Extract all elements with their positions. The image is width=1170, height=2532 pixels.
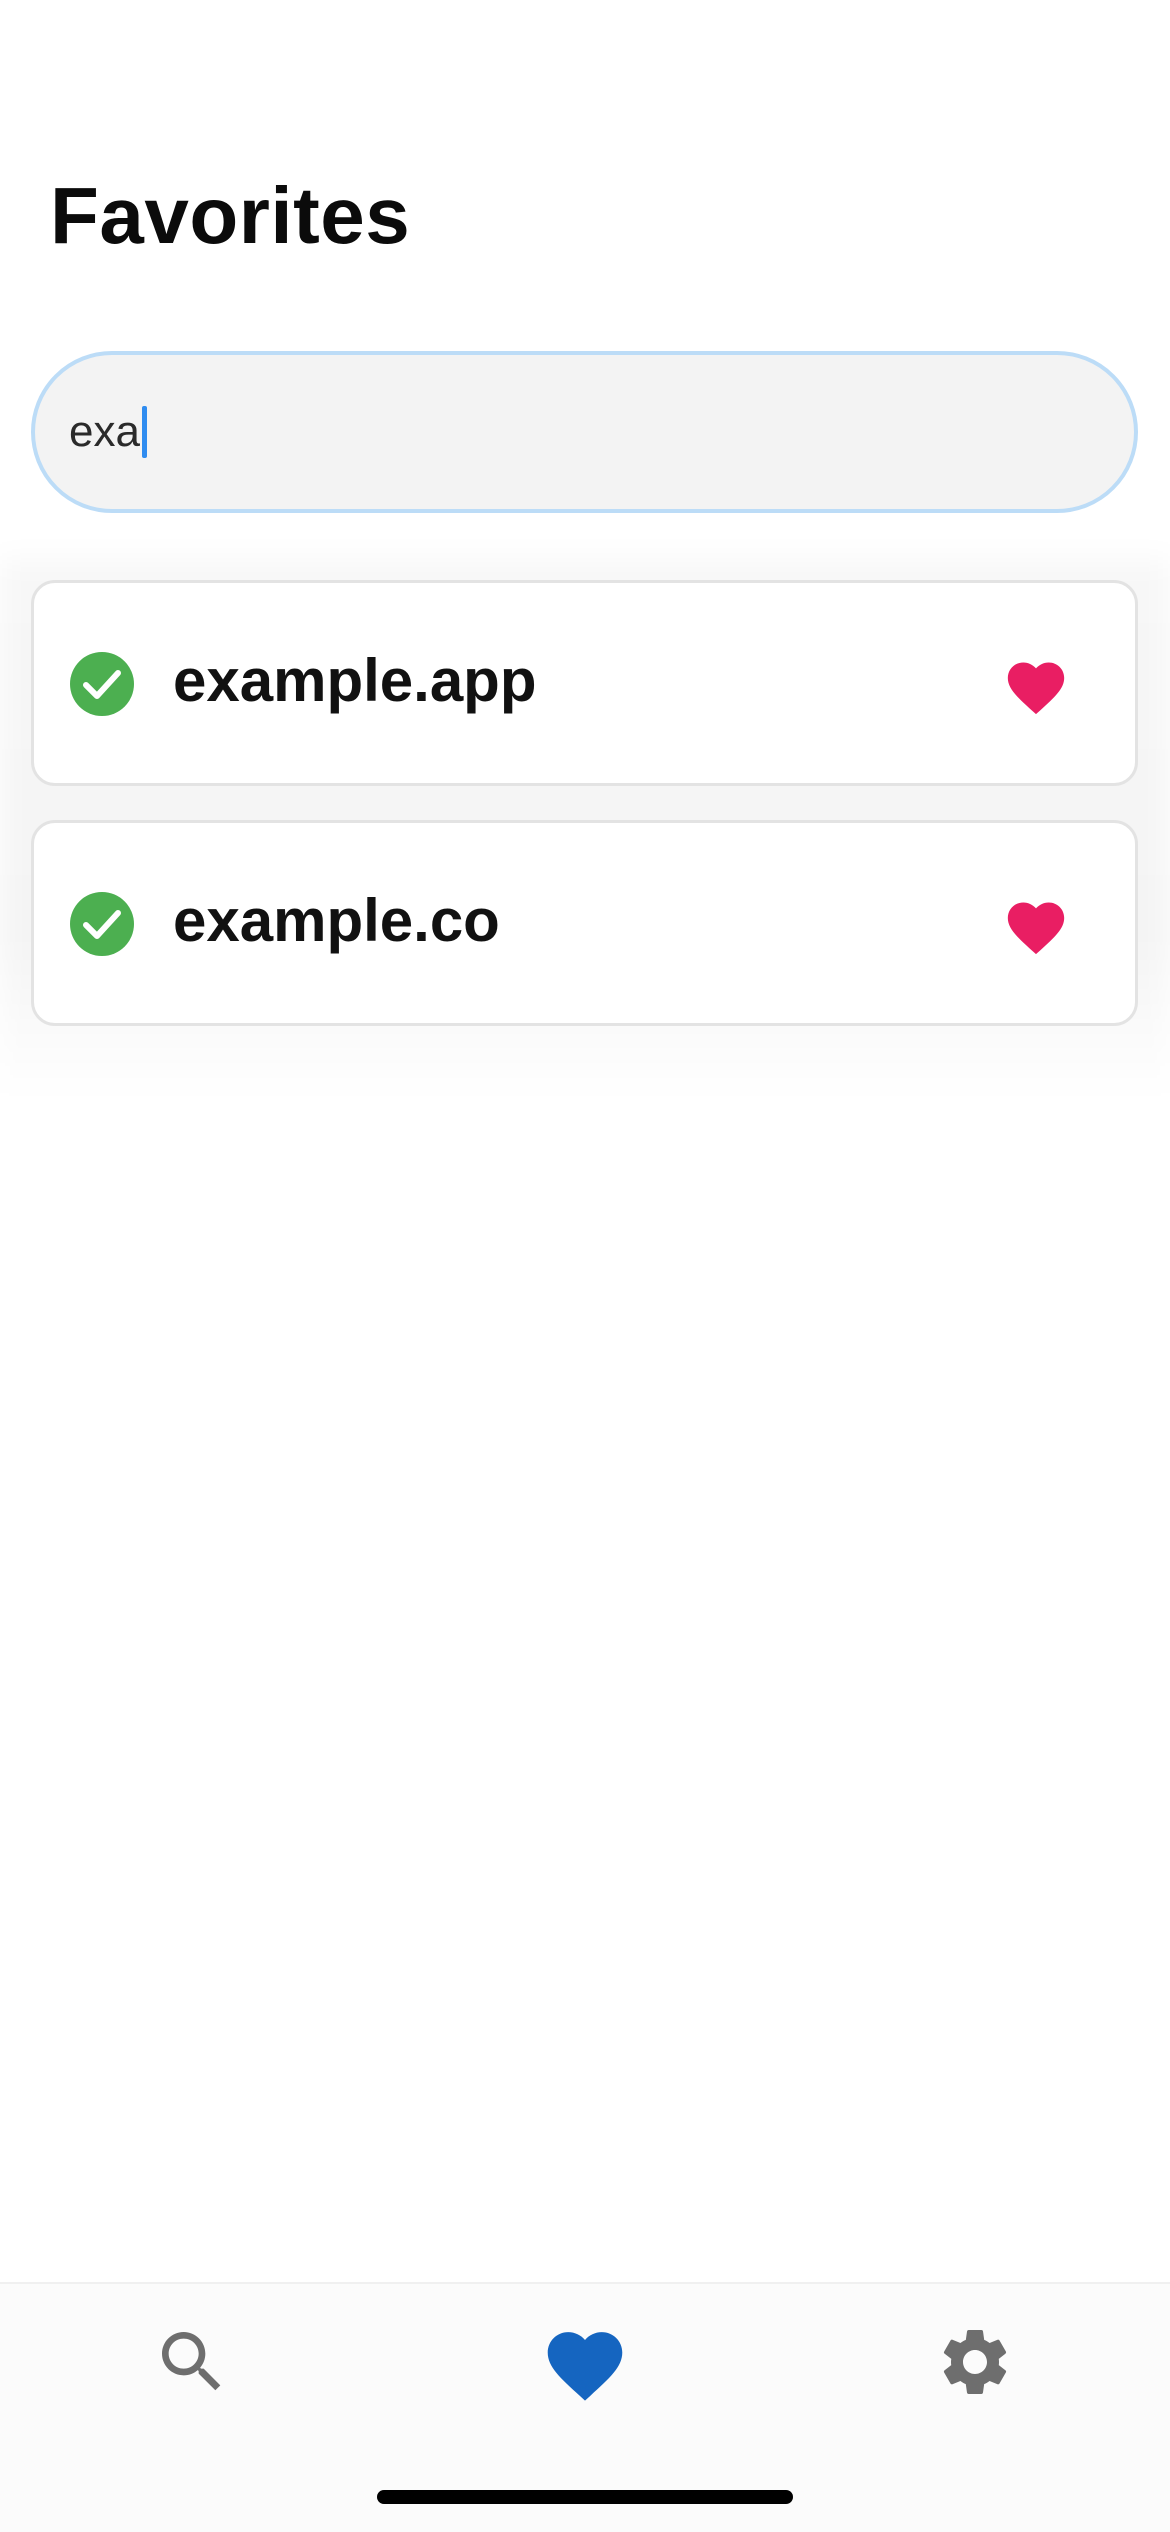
search-input-value[interactable]: exa — [69, 410, 140, 454]
search-icon — [162, 2332, 221, 2391]
result-domain: example.app — [173, 647, 537, 714]
home-indicator — [377, 2490, 793, 2504]
nav-settings-tab[interactable] — [925, 2322, 1025, 2402]
check-circle-icon — [70, 892, 134, 956]
heart-icon — [547, 2332, 623, 2401]
heart-icon[interactable] — [1001, 654, 1071, 716]
nav-search-tab[interactable] — [142, 2322, 242, 2402]
text-caret — [141, 406, 147, 458]
page-title: Favorites — [50, 171, 411, 260]
result-card[interactable]: example.co — [31, 820, 1138, 1026]
result-card[interactable]: example.app — [31, 580, 1138, 786]
heart-icon[interactable] — [1001, 894, 1071, 956]
nav-favorites-tab[interactable] — [535, 2322, 635, 2402]
result-domain: example.co — [173, 887, 500, 954]
gear-icon — [943, 2330, 1007, 2394]
check-circle-icon — [70, 652, 134, 716]
search-input[interactable]: exa — [31, 351, 1138, 513]
